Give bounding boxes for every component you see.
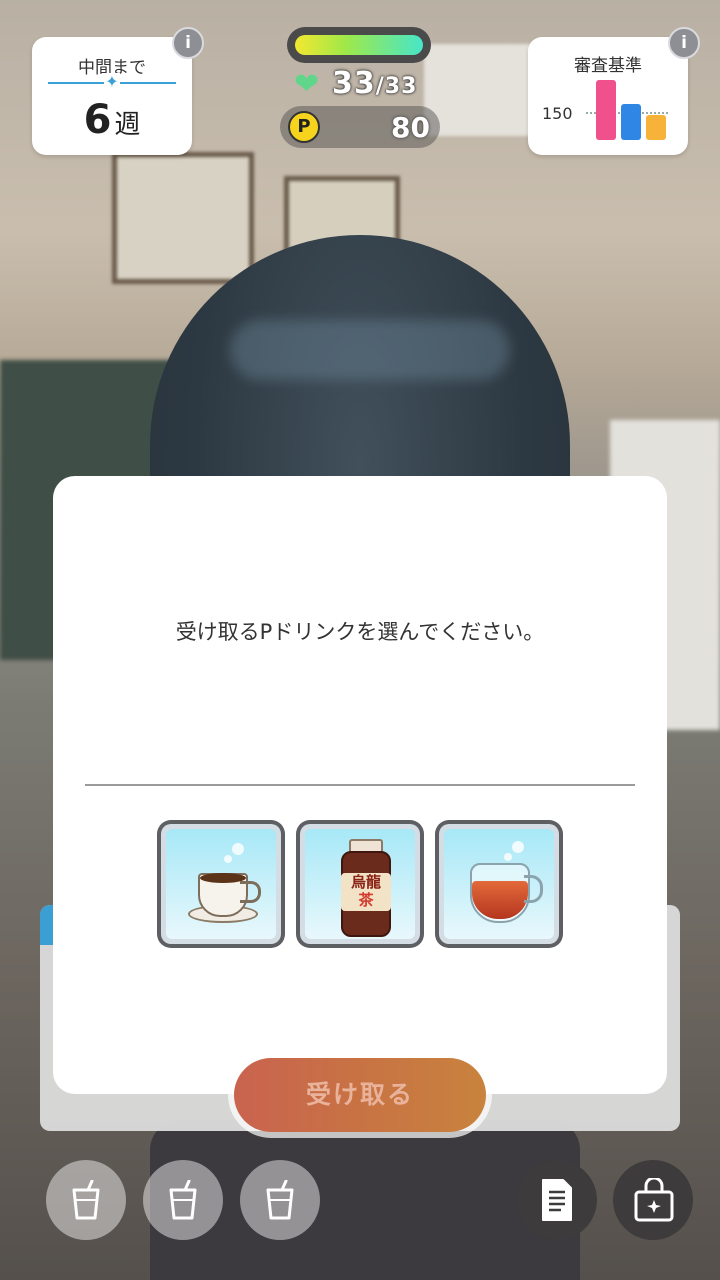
bottle-label-bottom: 茶	[358, 891, 374, 909]
heart-icon: ❤	[294, 67, 320, 102]
drink-options: 烏龍 茶	[157, 820, 563, 948]
drink-option-oolong[interactable]: 烏龍 茶	[296, 820, 424, 948]
empty-drink-slot-icon	[169, 1180, 197, 1220]
criteria-title: 審査基準	[574, 56, 642, 76]
air-conditioner	[424, 44, 540, 136]
evaluation-criteria-card[interactable]: i 審査基準 150	[528, 27, 700, 155]
sparkle-icon: ✦	[104, 72, 120, 91]
hp-readout: 33/33	[332, 66, 417, 101]
weeks-remaining: 6週	[32, 97, 192, 143]
receive-button-frame: 受け取る	[228, 1052, 492, 1138]
hp-current: 33	[332, 66, 376, 101]
midterm-countdown-card[interactable]: i 中間まで ✦ 6週	[32, 27, 204, 155]
dialog-prompt: 受け取るPドリンクを選んでください。	[175, 620, 545, 644]
bottle-label-top: 烏龍	[350, 873, 381, 891]
memo-button[interactable]	[517, 1160, 597, 1240]
document-icon	[542, 1179, 572, 1221]
criteria-bar	[596, 80, 616, 140]
weeks-unit: 週	[114, 110, 141, 140]
bag-icon	[634, 1178, 674, 1222]
drink-option-black-tea[interactable]	[435, 820, 563, 948]
p-points-value: 80	[391, 111, 430, 144]
hp-gauge	[287, 27, 431, 63]
criteria-bar	[646, 115, 666, 140]
empty-drink-slot-icon	[72, 1180, 100, 1220]
wall-picture-frame	[112, 152, 254, 284]
hp-max: 33	[384, 74, 418, 99]
dialog-divider	[85, 784, 635, 786]
hp-separator: /	[375, 74, 385, 99]
weeks-value: 6	[83, 97, 112, 143]
criteria-value: 150	[542, 104, 573, 123]
drink-slot-3[interactable]	[240, 1160, 320, 1240]
criteria-bar	[621, 104, 641, 140]
p-coin-icon: P	[288, 111, 320, 143]
drink-option-coffee[interactable]	[157, 820, 285, 948]
bag-button[interactable]	[613, 1160, 693, 1240]
drink-slot-2[interactable]	[143, 1160, 223, 1240]
receive-button[interactable]: 受け取る	[234, 1058, 486, 1132]
drink-slot-1[interactable]	[46, 1160, 126, 1240]
empty-drink-slot-icon	[266, 1180, 294, 1220]
hp-gauge-fill	[295, 35, 423, 55]
character-hair-highlight	[230, 320, 510, 380]
drink-select-dialog: 受け取るPドリンクを選んでください。 烏龍 茶	[53, 476, 667, 1094]
p-points-display: P 80	[280, 106, 440, 148]
